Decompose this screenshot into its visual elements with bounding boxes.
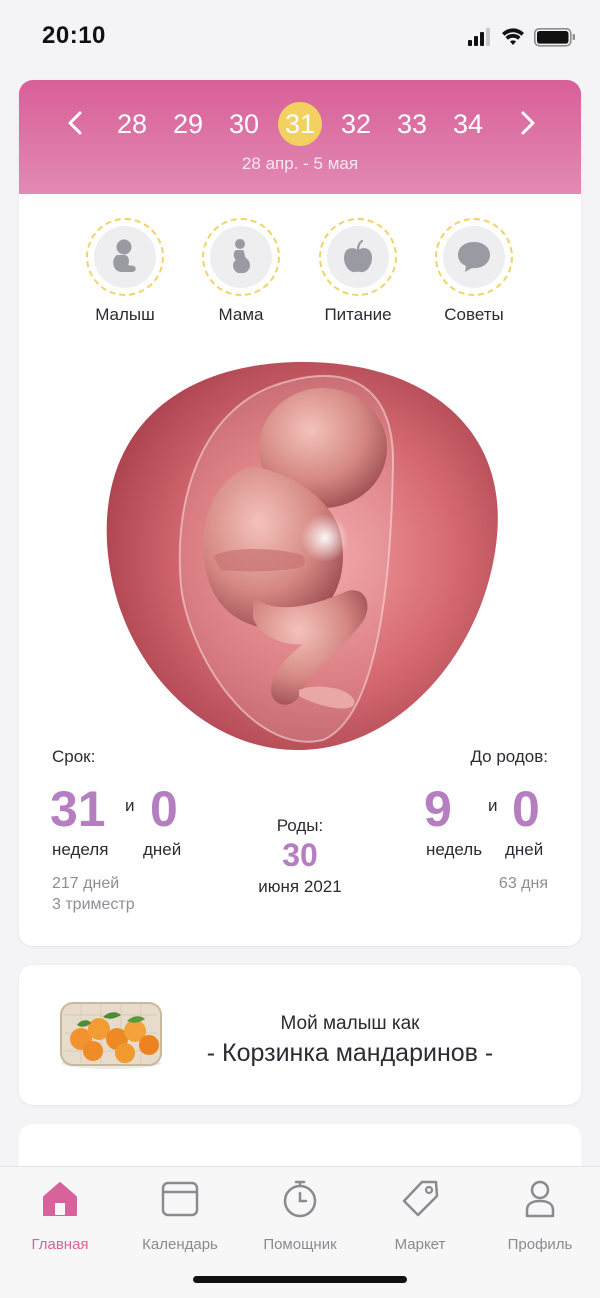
tab-label: Маркет (394, 1236, 446, 1253)
term-weeks-unit: неделя (52, 840, 109, 859)
term-trimester: 3 триместр (52, 896, 135, 913)
remaining-weeks-unit: недель (426, 840, 483, 859)
week-31-selected[interactable]: 31 (278, 102, 322, 146)
category-label: Питание (324, 305, 392, 324)
status-time: 20:10 (42, 22, 106, 49)
category-tips[interactable]: Советы (419, 218, 529, 325)
tab-calendar[interactable]: Календарь (120, 1179, 240, 1253)
tab-label: Календарь (142, 1236, 218, 1253)
remaining-days-value: 0 (512, 781, 540, 837)
category-ring (86, 218, 164, 296)
due-month-year: июня 2021 (258, 877, 342, 896)
category-label: Мама (218, 305, 264, 324)
tab-label: Помощник (263, 1236, 337, 1253)
price-tag-icon (402, 1180, 439, 1217)
baby-icon (113, 239, 136, 272)
tangerine-basket-image (60, 1002, 162, 1069)
week-29[interactable]: 29 (166, 102, 210, 146)
pregnancy-summary-card: 28 29 30 31 32 33 34 28 апр. - 5 мая Мал… (19, 80, 581, 946)
tab-market[interactable]: Маркет (360, 1179, 480, 1253)
week-33[interactable]: 33 (390, 102, 434, 146)
term-and: и (125, 796, 135, 815)
baby-size-card[interactable]: Мой малыш как - Корзинка мандаринов - (19, 965, 581, 1105)
calendar-icon (161, 1181, 199, 1217)
signal-icon (468, 28, 490, 46)
term-days-value: 0 (150, 781, 178, 837)
tab-label: Профиль (507, 1236, 573, 1253)
term-days-unit: дней (143, 840, 182, 859)
category-ring (202, 218, 280, 296)
term-title: Срок: (52, 747, 96, 766)
remaining-total-days: 63 дня (498, 875, 548, 892)
category-mother[interactable]: Мама (186, 218, 296, 325)
home-indicator (193, 1276, 407, 1283)
status-bar: 20:10 (0, 0, 600, 76)
week-selector: 28 29 30 31 32 33 34 28 апр. - 5 мая (19, 80, 581, 194)
remaining-weeks-value: 9 (424, 781, 452, 837)
battery-icon (534, 28, 575, 47)
tab-profile[interactable]: Профиль (480, 1179, 600, 1253)
pregnant-mother-icon (233, 239, 250, 273)
week-32[interactable]: 32 (334, 102, 378, 146)
category-ring (435, 218, 513, 296)
tab-home[interactable]: Главная (0, 1179, 120, 1253)
tab-assistant[interactable]: Помощник (240, 1179, 360, 1253)
wifi-icon (502, 28, 524, 45)
category-label: Советы (444, 305, 504, 324)
baby-size-comparison: - Корзинка мандаринов - (206, 1039, 494, 1067)
tab-label: Главная (31, 1236, 89, 1253)
fetus-illustration (106, 362, 498, 751)
week-list: 28 29 30 31 32 33 34 (19, 102, 581, 146)
term-total-days: 217 дней (52, 875, 120, 892)
category-nutrition[interactable]: Питание (303, 218, 413, 325)
stopwatch-icon (283, 1180, 317, 1218)
week-28[interactable]: 28 (110, 102, 154, 146)
category-ring (319, 218, 397, 296)
remaining-days-unit: дней (505, 840, 544, 859)
speech-bubble-icon (458, 242, 490, 272)
category-baby[interactable]: Малыш (70, 218, 180, 325)
term-weeks-value: 31 (50, 781, 106, 837)
apple-icon (344, 239, 372, 273)
app-screen: 20:10 28 29 30 31 32 33 34 28 апр. - 5 м… (0, 0, 600, 1298)
home-icon (43, 1182, 77, 1216)
status-icons (468, 28, 575, 47)
week-date-range: 28 апр. - 5 мая (241, 154, 359, 173)
baby-size-caption: Мой малыш как (280, 1013, 420, 1034)
due-title: Роды: (276, 816, 324, 835)
remaining-and: и (488, 796, 498, 815)
remaining-title: До родов: (470, 747, 548, 766)
category-label: Малыш (95, 305, 155, 324)
next-week-arrow-icon[interactable] (512, 108, 542, 138)
due-day: 30 (282, 837, 318, 873)
week-30[interactable]: 30 (222, 102, 266, 146)
person-icon (525, 1180, 555, 1218)
week-34[interactable]: 34 (446, 102, 490, 146)
